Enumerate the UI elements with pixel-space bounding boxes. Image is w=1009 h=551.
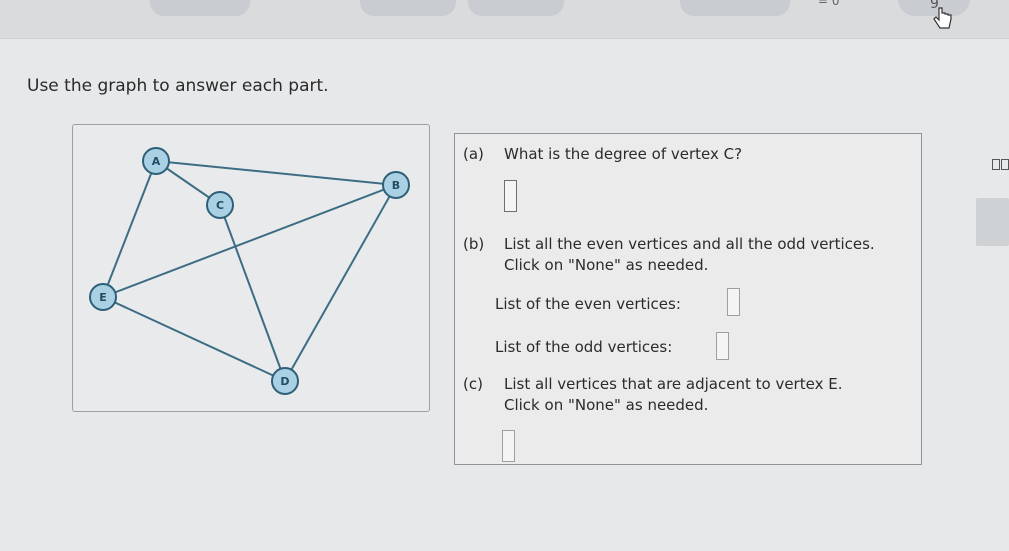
edge-B-D [284,184,397,382]
instruction-text: Use the graph to answer each part. [27,76,329,96]
question-a-text: What is the degree of vertex C? [504,145,743,163]
question-a-tag: (a) [463,145,484,163]
odd-vertices-input[interactable] [716,332,729,360]
vertex-label-C: C [216,199,224,212]
toolbar-button[interactable] [468,0,564,16]
toolbar-button[interactable] [680,0,790,16]
toolbar-button[interactable] [360,0,456,16]
edge-A-B [155,160,397,186]
edge-E-B [102,184,397,298]
question-panel: (a) What is the degree of vertex C? (b) … [454,133,922,465]
graph-diagram: A B C D E [89,147,410,395]
edge-A-E [102,160,157,298]
answer-a-input[interactable] [504,180,517,212]
vertex-label-B: B [392,179,400,192]
question-b-line2: Click on "None" as needed. [504,256,709,274]
question-b-line1: List all the even vertices and all the o… [504,235,875,253]
even-vertices-input[interactable] [727,288,740,316]
vertex-label-A: A [152,155,161,168]
toolbar-button[interactable] [150,0,250,16]
even-vertices-label: List of the even vertices: [495,295,681,313]
hint-counter: = 0 [818,0,840,8]
side-panel-handle[interactable] [976,198,1009,246]
odd-vertices-label: List of the odd vertices: [495,338,673,356]
question-c: (c) List all vertices that are adjacent … [463,374,913,418]
graph-panel: A B C D E [72,124,430,412]
hand-cursor-icon [933,7,952,29]
question-b: (b) List all the even vertices and all t… [463,234,913,278]
question-c-line2: Click on "None" as needed. [504,396,709,414]
question-c-line1: List all vertices that are adjacent to v… [504,375,843,393]
answer-c-input[interactable] [502,430,515,462]
grid-icon[interactable] [992,159,1009,171]
question-a: (a) What is the degree of vertex C? [463,144,913,166]
question-c-tag: (c) [463,375,483,393]
top-toolbar: = 0 9 [0,0,1009,39]
vertex-label-D: D [280,375,289,388]
vertex-label-E: E [99,291,107,304]
question-b-tag: (b) [463,235,485,253]
